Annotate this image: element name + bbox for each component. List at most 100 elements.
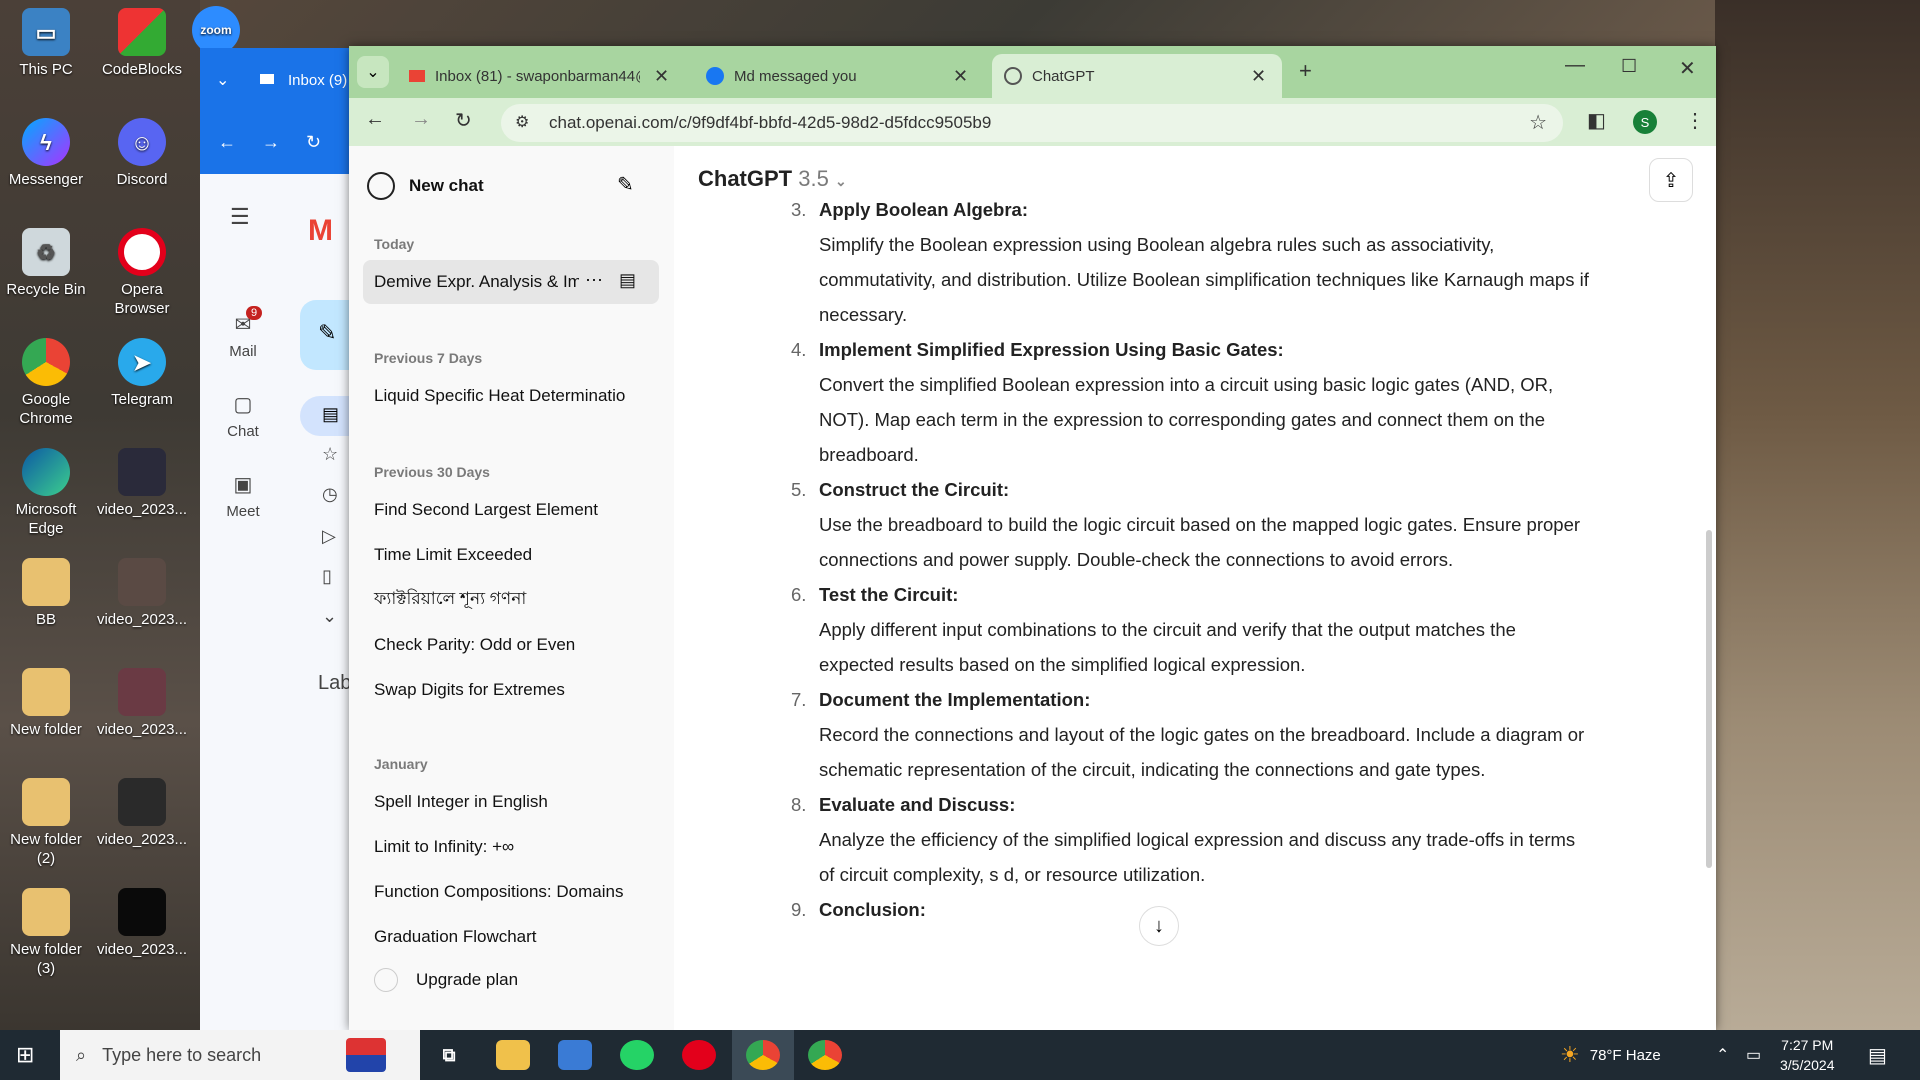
- upgrade-plan-button[interactable]: Upgrade plan: [363, 958, 659, 1002]
- list-item: 7. Document the Implementation: Record t…: [791, 689, 1585, 780]
- desktop-icon-edge[interactable]: Microsoft Edge: [0, 448, 92, 538]
- back-icon[interactable]: ←: [218, 132, 236, 153]
- close-window-icon[interactable]: ✕: [1679, 56, 1696, 81]
- desktop-icon-video-4[interactable]: video_2023...: [96, 778, 188, 849]
- scroll-to-bottom-button[interactable]: ↓: [1139, 906, 1179, 946]
- desktop-icon-opera[interactable]: Opera Browser: [96, 228, 188, 318]
- chrome-icon[interactable]: [746, 1040, 780, 1070]
- desktop-icon-video-5[interactable]: video_2023...: [96, 888, 188, 959]
- compose-icon[interactable]: ✎: [617, 172, 634, 197]
- network-icon[interactable]: ▭: [1746, 1030, 1761, 1080]
- desktop-icon-bb[interactable]: BB: [0, 558, 92, 629]
- forward-icon[interactable]: →: [262, 132, 280, 153]
- rail-item-chat[interactable]: ▢ Chat: [200, 392, 286, 440]
- desktop-icon-video-2[interactable]: video_2023...: [96, 558, 188, 629]
- chat-item[interactable]: Function Compositions: Domains: [363, 870, 659, 914]
- kebab-menu-icon[interactable]: ⋮: [1685, 108, 1705, 133]
- opera-icon[interactable]: [682, 1040, 716, 1070]
- chat-item[interactable]: ফ্যাক্টরিয়ালে শূন্য গণনা: [363, 578, 659, 622]
- desktop-icon-video-1[interactable]: video_2023...: [96, 448, 188, 519]
- file-explorer-icon[interactable]: [496, 1040, 530, 1070]
- search-highlight-icon: [346, 1038, 386, 1072]
- chrome-icon[interactable]: [808, 1040, 842, 1070]
- chevron-down-icon[interactable]: ⌄: [216, 70, 229, 90]
- desktop-icon-codeblocks[interactable]: CodeBlocks: [96, 8, 188, 79]
- tab-messenger[interactable]: Md messaged you ✕: [694, 54, 984, 98]
- more-options-icon[interactable]: ⋯: [585, 270, 603, 291]
- draft-icon[interactable]: ▯: [322, 566, 332, 587]
- rail-item-meet[interactable]: ▣ Meet: [200, 472, 286, 520]
- weather-widget[interactable]: ☀ 78°F Haze: [1560, 1030, 1661, 1080]
- chevron-up-icon[interactable]: ⌃: [1716, 1030, 1729, 1080]
- search-icon: ⌕: [76, 1044, 87, 1065]
- gmail-tab-label[interactable]: Inbox (9): [288, 72, 347, 89]
- close-tab-icon[interactable]: ✕: [654, 66, 669, 87]
- desktop-icon-this-pc[interactable]: ▭ This PC: [0, 8, 92, 79]
- address-bar[interactable]: ⚙ chat.openai.com/c/9f9df4bf-bbfd-42d5-9…: [501, 104, 1563, 142]
- section-title-january: January: [374, 756, 428, 772]
- chat-item[interactable]: Time Limit Exceeded: [363, 533, 659, 577]
- send-icon[interactable]: ▷: [322, 526, 336, 547]
- maximize-icon[interactable]: ☐: [1621, 56, 1637, 77]
- desktop-icon-messenger[interactable]: ϟ Messenger: [0, 118, 92, 189]
- site-info-icon[interactable]: ⚙: [515, 112, 529, 132]
- forward-icon[interactable]: →: [411, 108, 431, 131]
- minimize-icon[interactable]: —: [1565, 54, 1585, 77]
- scrollbar[interactable]: [1706, 530, 1712, 868]
- desktop-icon-telegram[interactable]: ➤ Telegram: [96, 338, 188, 409]
- chat-item[interactable]: Graduation Flowchart: [363, 915, 659, 959]
- reload-icon[interactable]: ↻: [306, 132, 321, 153]
- reload-icon[interactable]: ↻: [455, 108, 472, 133]
- tab-chatgpt[interactable]: ChatGPT ✕: [992, 54, 1282, 98]
- share-button[interactable]: ⇪: [1649, 158, 1693, 202]
- desktop-icon-new-folder[interactable]: New folder: [0, 668, 92, 739]
- discord-icon: ☺: [118, 118, 166, 166]
- chat-item[interactable]: Spell Integer in English: [363, 780, 659, 824]
- response-content: 3. Apply Boolean Algebra: Simplify the B…: [791, 192, 1589, 927]
- archive-icon[interactable]: ▤: [619, 270, 636, 291]
- side-panel-icon[interactable]: ◧: [1587, 108, 1606, 133]
- taskbar-search[interactable]: ⌕ Type here to search: [60, 1030, 420, 1080]
- chrome-icon: [22, 338, 70, 386]
- clock-icon[interactable]: ◷: [322, 484, 338, 505]
- whatsapp-icon[interactable]: [620, 1040, 654, 1070]
- desktop-icon-video-3[interactable]: video_2023...: [96, 668, 188, 739]
- clock[interactable]: 7:27 PM 3/5/2024: [1780, 1030, 1835, 1080]
- gmail-window[interactable]: ⌄ Inbox (9) ← → ↻ ☰ ✉ 9 Mail ▢ Chat ▣ Me…: [200, 48, 360, 1030]
- chat-item[interactable]: Demive Expr. Analysis & Im ⋯ ▤: [363, 260, 659, 304]
- bookmark-star-icon[interactable]: ☆: [1529, 110, 1547, 135]
- windows-start-icon[interactable]: ⊞: [16, 1042, 34, 1068]
- tab-search-button[interactable]: ⌄: [357, 56, 389, 88]
- video-thumbnail-icon: [118, 888, 166, 936]
- chevron-down-icon[interactable]: ⌄: [322, 606, 337, 627]
- new-tab-icon[interactable]: +: [1299, 58, 1312, 84]
- facebook-favicon-icon: [706, 67, 724, 85]
- chat-item[interactable]: Liquid Specific Heat Determinatio: [363, 374, 659, 418]
- rail-item-mail[interactable]: ✉ 9 Mail: [200, 306, 286, 360]
- desktop-icon-new-folder-2[interactable]: New folder (2): [0, 778, 92, 868]
- chat-item[interactable]: Find Second Largest Element: [363, 488, 659, 532]
- desktop-icon-discord[interactable]: ☺ Discord: [96, 118, 188, 189]
- chrome-window[interactable]: ⌄ Inbox (81) - swaponbarman44@ ✕ Md mess…: [349, 46, 1716, 1030]
- back-icon[interactable]: ←: [365, 108, 385, 131]
- folder-icon: [22, 778, 70, 826]
- desktop-icon-chrome[interactable]: Google Chrome: [0, 338, 92, 428]
- list-item: 9. Conclusion:: [791, 899, 926, 920]
- close-tab-icon[interactable]: ✕: [953, 66, 968, 87]
- tab-inbox[interactable]: Inbox (81) - swaponbarman44@ ✕: [397, 54, 687, 98]
- new-chat-button[interactable]: New chat ✎: [367, 166, 657, 206]
- notification-icon[interactable]: ▤: [1868, 1030, 1887, 1080]
- desktop-icon-new-folder-3[interactable]: New folder (3): [0, 888, 92, 978]
- microsoft-store-icon[interactable]: [558, 1040, 592, 1070]
- hamburger-menu-icon[interactable]: ☰: [230, 204, 250, 230]
- chat-sidebar: New chat ✎ Today Demive Expr. Analysis &…: [349, 146, 674, 1030]
- profile-avatar[interactable]: S: [1633, 110, 1657, 134]
- chat-item[interactable]: Limit to Infinity: +∞: [363, 825, 659, 869]
- star-icon[interactable]: ☆: [322, 444, 338, 465]
- model-selector[interactable]: ChatGPT 3.5 ⌄: [698, 166, 847, 192]
- close-tab-icon[interactable]: ✕: [1251, 66, 1266, 87]
- task-view-icon[interactable]: ⧉: [432, 1040, 466, 1070]
- chat-item[interactable]: Swap Digits for Extremes: [363, 668, 659, 712]
- desktop-icon-recycle-bin[interactable]: ♻ Recycle Bin: [0, 228, 92, 299]
- chat-item[interactable]: Check Parity: Odd or Even: [363, 623, 659, 667]
